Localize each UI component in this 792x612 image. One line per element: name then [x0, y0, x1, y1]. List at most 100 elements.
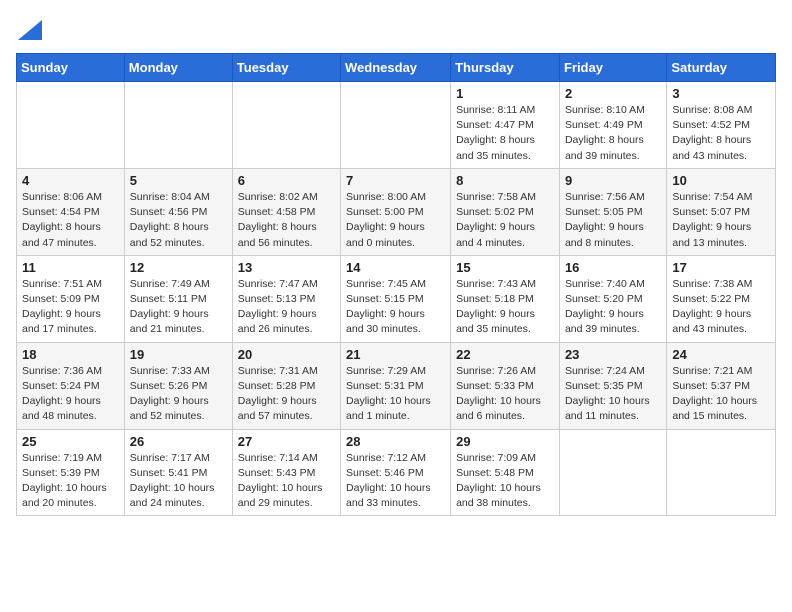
calendar-cell: 29 Sunrise: 7:09 AM Sunset: 5:48 PM Dayli… — [451, 429, 560, 516]
day-info: Sunrise: 8:04 AM Sunset: 4:56 PM Dayligh… — [130, 190, 227, 251]
calendar-cell: 22Sunrise: 7:26 AM Sunset: 5:33 PM Dayli… — [451, 342, 560, 429]
calendar-cell: 7 Sunrise: 8:00 AM Sunset: 5:00 PM Daylig… — [341, 168, 451, 255]
day-number: 26 — [130, 434, 227, 449]
calendar-cell: 16 Sunrise: 7:40 AM Sunset: 5:20 PM Dayli… — [559, 255, 666, 342]
days-header-row: SundayMondayTuesdayWednesdayThursdayFrid… — [17, 54, 776, 82]
day-number: 19 — [130, 347, 227, 362]
day-info: Sunrise: 7:58 AM Sunset: 5:02 PM Dayligh… — [456, 190, 554, 251]
calendar-cell: 12Sunrise: 7:49 AM Sunset: 5:11 PM Dayli… — [124, 255, 232, 342]
day-info: Sunrise: 8:02 AM Sunset: 4:58 PM Dayligh… — [238, 190, 335, 251]
day-number: 2 — [565, 86, 661, 101]
day-info: Sunrise: 7:40 AM Sunset: 5:20 PM Dayligh… — [565, 277, 661, 338]
week-row-2: 11 Sunrise: 7:51 AM Sunset: 5:09 PM Dayli… — [17, 255, 776, 342]
calendar-cell: 17 Sunrise: 7:38 AM Sunset: 5:22 PM Dayli… — [667, 255, 776, 342]
calendar-cell — [559, 429, 666, 516]
calendar-cell: 8 Sunrise: 7:58 AM Sunset: 5:02 PM Daylig… — [451, 168, 560, 255]
day-number: 9 — [565, 173, 661, 188]
calendar-cell: 2 Sunrise: 8:10 AM Sunset: 4:49 PM Daylig… — [559, 82, 666, 169]
day-info: Sunrise: 7:29 AM Sunset: 5:31 PM Dayligh… — [346, 364, 445, 425]
day-number: 4 — [22, 173, 119, 188]
day-info: Sunrise: 7:45 AM Sunset: 5:15 PM Dayligh… — [346, 277, 445, 338]
day-info: Sunrise: 8:06 AM Sunset: 4:54 PM Dayligh… — [22, 190, 119, 251]
calendar-cell: 11 Sunrise: 7:51 AM Sunset: 5:09 PM Dayli… — [17, 255, 125, 342]
day-number: 29 — [456, 434, 554, 449]
calendar-cell: 28Sunrise: 7:12 AM Sunset: 5:46 PM Dayli… — [341, 429, 451, 516]
calendar-cell: 14 Sunrise: 7:45 AM Sunset: 5:15 PM Dayli… — [341, 255, 451, 342]
day-info: Sunrise: 7:43 AM Sunset: 5:18 PM Dayligh… — [456, 277, 554, 338]
day-info: Sunrise: 8:00 AM Sunset: 5:00 PM Dayligh… — [346, 190, 445, 251]
day-number: 20 — [238, 347, 335, 362]
calendar-cell: 3 Sunrise: 8:08 AM Sunset: 4:52 PM Daylig… — [667, 82, 776, 169]
calendar-cell: 9 Sunrise: 7:56 AM Sunset: 5:05 PM Daylig… — [559, 168, 666, 255]
calendar-cell: 23 Sunrise: 7:24 AM Sunset: 5:35 PM Dayli… — [559, 342, 666, 429]
week-row-1: 4 Sunrise: 8:06 AM Sunset: 4:54 PM Daylig… — [17, 168, 776, 255]
day-number: 3 — [672, 86, 770, 101]
day-info: Sunrise: 7:49 AM Sunset: 5:11 PM Dayligh… — [130, 277, 227, 338]
calendar-cell — [124, 82, 232, 169]
day-number: 8 — [456, 173, 554, 188]
day-number: 7 — [346, 173, 445, 188]
day-number: 23 — [565, 347, 661, 362]
day-info: Sunrise: 7:24 AM Sunset: 5:35 PM Dayligh… — [565, 364, 661, 425]
day-info: Sunrise: 7:26 AM Sunset: 5:33 PM Dayligh… — [456, 364, 554, 425]
calendar-body: 1 Sunrise: 8:11 AM Sunset: 4:47 PM Daylig… — [17, 82, 776, 516]
day-number: 24 — [672, 347, 770, 362]
day-number: 1 — [456, 86, 554, 101]
week-row-4: 25Sunrise: 7:19 AM Sunset: 5:39 PM Dayli… — [17, 429, 776, 516]
day-info: Sunrise: 8:08 AM Sunset: 4:52 PM Dayligh… — [672, 103, 770, 164]
day-info: Sunrise: 7:56 AM Sunset: 5:05 PM Dayligh… — [565, 190, 661, 251]
day-number: 16 — [565, 260, 661, 275]
day-info: Sunrise: 7:38 AM Sunset: 5:22 PM Dayligh… — [672, 277, 770, 338]
day-number: 11 — [22, 260, 119, 275]
day-number: 6 — [238, 173, 335, 188]
calendar-cell: 6 Sunrise: 8:02 AM Sunset: 4:58 PM Daylig… — [232, 168, 340, 255]
day-header-sunday: Sunday — [17, 54, 125, 82]
calendar-cell: 19 Sunrise: 7:33 AM Sunset: 5:26 PM Dayli… — [124, 342, 232, 429]
day-number: 10 — [672, 173, 770, 188]
logo-text — [16, 20, 42, 45]
day-info: Sunrise: 7:17 AM Sunset: 5:41 PM Dayligh… — [130, 451, 227, 512]
calendar-cell: 13Sunrise: 7:47 AM Sunset: 5:13 PM Dayli… — [232, 255, 340, 342]
calendar-cell: 1 Sunrise: 8:11 AM Sunset: 4:47 PM Daylig… — [451, 82, 560, 169]
day-header-wednesday: Wednesday — [341, 54, 451, 82]
day-header-friday: Friday — [559, 54, 666, 82]
calendar-cell — [17, 82, 125, 169]
week-row-0: 1 Sunrise: 8:11 AM Sunset: 4:47 PM Daylig… — [17, 82, 776, 169]
calendar-cell — [667, 429, 776, 516]
calendar-cell: 18Sunrise: 7:36 AM Sunset: 5:24 PM Dayli… — [17, 342, 125, 429]
calendar-cell: 27 Sunrise: 7:14 AM Sunset: 5:43 PM Dayli… — [232, 429, 340, 516]
day-number: 5 — [130, 173, 227, 188]
day-info: Sunrise: 7:47 AM Sunset: 5:13 PM Dayligh… — [238, 277, 335, 338]
day-number: 28 — [346, 434, 445, 449]
day-header-tuesday: Tuesday — [232, 54, 340, 82]
day-header-saturday: Saturday — [667, 54, 776, 82]
day-info: Sunrise: 7:33 AM Sunset: 5:26 PM Dayligh… — [130, 364, 227, 425]
logo — [16, 20, 42, 45]
day-info: Sunrise: 7:19 AM Sunset: 5:39 PM Dayligh… — [22, 451, 119, 512]
day-info: Sunrise: 7:31 AM Sunset: 5:28 PM Dayligh… — [238, 364, 335, 425]
day-number: 14 — [346, 260, 445, 275]
calendar-cell: 5 Sunrise: 8:04 AM Sunset: 4:56 PM Daylig… — [124, 168, 232, 255]
calendar: SundayMondayTuesdayWednesdayThursdayFrid… — [16, 53, 776, 516]
day-info: Sunrise: 7:21 AM Sunset: 5:37 PM Dayligh… — [672, 364, 770, 425]
day-info: Sunrise: 7:09 AM Sunset: 5:48 PM Dayligh… — [456, 451, 554, 512]
calendar-cell — [232, 82, 340, 169]
calendar-cell: 15Sunrise: 7:43 AM Sunset: 5:18 PM Dayli… — [451, 255, 560, 342]
day-info: Sunrise: 7:54 AM Sunset: 5:07 PM Dayligh… — [672, 190, 770, 251]
day-number: 21 — [346, 347, 445, 362]
calendar-cell: 25Sunrise: 7:19 AM Sunset: 5:39 PM Dayli… — [17, 429, 125, 516]
calendar-cell: 4 Sunrise: 8:06 AM Sunset: 4:54 PM Daylig… — [17, 168, 125, 255]
day-header-thursday: Thursday — [451, 54, 560, 82]
week-row-3: 18Sunrise: 7:36 AM Sunset: 5:24 PM Dayli… — [17, 342, 776, 429]
day-info: Sunrise: 8:10 AM Sunset: 4:49 PM Dayligh… — [565, 103, 661, 164]
day-info: Sunrise: 8:11 AM Sunset: 4:47 PM Dayligh… — [456, 103, 554, 164]
header — [16, 16, 776, 45]
day-number: 18 — [22, 347, 119, 362]
day-info: Sunrise: 7:51 AM Sunset: 5:09 PM Dayligh… — [22, 277, 119, 338]
day-number: 17 — [672, 260, 770, 275]
calendar-cell — [341, 82, 451, 169]
day-header-monday: Monday — [124, 54, 232, 82]
day-info: Sunrise: 7:14 AM Sunset: 5:43 PM Dayligh… — [238, 451, 335, 512]
day-number: 27 — [238, 434, 335, 449]
calendar-cell: 20 Sunrise: 7:31 AM Sunset: 5:28 PM Dayli… — [232, 342, 340, 429]
